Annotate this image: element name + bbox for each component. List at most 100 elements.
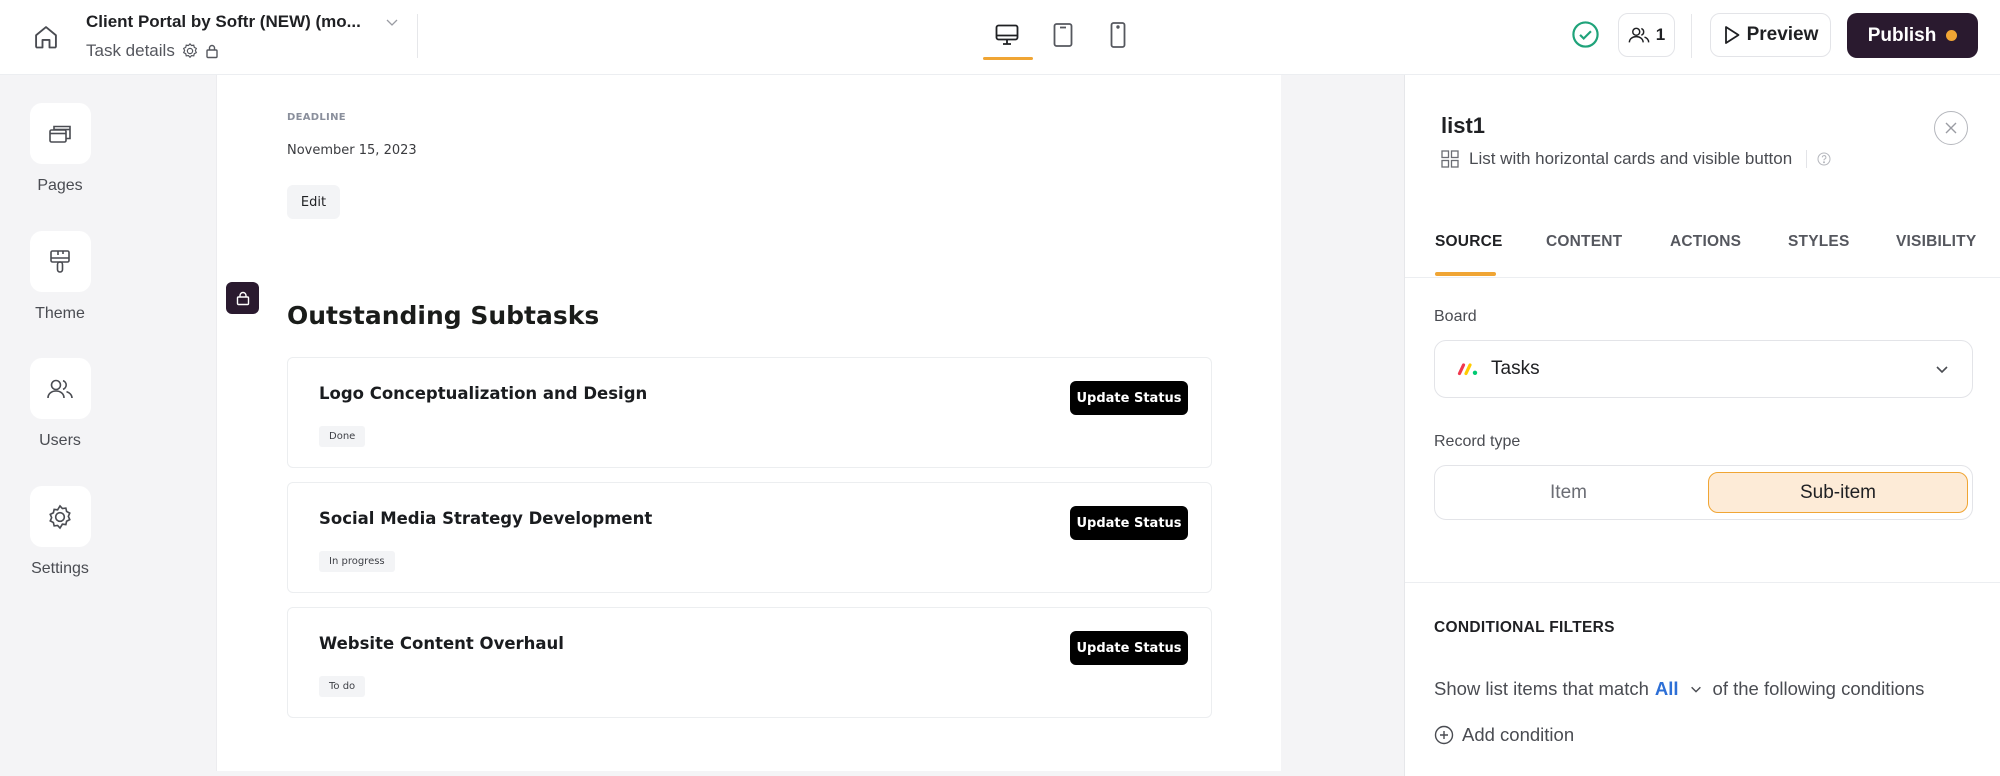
block-name: list1: [1441, 113, 1486, 138]
top-bar: Client Portal by Softr (NEW) (mo... Task…: [0, 0, 2000, 75]
filter-prefix: Show list items that match: [1434, 678, 1649, 699]
desktop-icon: [995, 24, 1019, 45]
board-label: Board: [1434, 308, 1477, 325]
sidebar-item-label: Theme: [35, 305, 85, 322]
lock-icon: [206, 44, 218, 59]
preview-label: Preview: [1746, 24, 1819, 45]
add-condition-label: Add condition: [1462, 724, 1575, 745]
sidebar-item-label: Pages: [37, 177, 83, 194]
nav-tile: [29, 103, 91, 164]
divider: [1691, 14, 1692, 58]
block-type: List with horizontal cards and visible b…: [1441, 149, 1831, 169]
page-name[interactable]: Task details: [86, 41, 175, 61]
unpublished-changes-dot: [1946, 30, 1958, 41]
plus-circle-icon: [1434, 725, 1454, 745]
monday-logo-icon: [1457, 363, 1478, 376]
record-type-item[interactable]: Item: [1441, 472, 1696, 513]
board-value: Tasks: [1491, 358, 1540, 379]
page-settings-icon[interactable]: [181, 42, 199, 60]
subtask-title: Website Content Overhaul: [319, 634, 564, 653]
filter-suffix: of the following conditions: [1712, 678, 1925, 699]
home-button[interactable]: [28, 19, 64, 55]
play-icon: [1724, 26, 1739, 44]
app-switcher-chevron[interactable]: [384, 14, 400, 35]
nav-tile: [29, 231, 91, 292]
list-item[interactable]: Logo Conceptualization and Design Done U…: [287, 357, 1212, 468]
filter-match-select[interactable]: All: [1655, 678, 1703, 700]
sidebar-item-settings[interactable]: Settings: [0, 486, 120, 578]
gear-icon: [49, 504, 71, 529]
close-panel-button[interactable]: [1934, 111, 1968, 145]
mobile-icon: [1110, 22, 1126, 48]
update-status-button[interactable]: Update Status: [1070, 381, 1188, 415]
panel-tabs: SOURCE CONTENT ACTIONS STYLES VISIBILITY: [1405, 223, 2000, 278]
page-canvas: DEADLINE November 15, 2023 Edit Outstand…: [216, 75, 1281, 771]
subtask-title: Social Media Strategy Development: [319, 509, 653, 528]
grid-icon: [1441, 150, 1459, 168]
preview-button[interactable]: Preview: [1710, 13, 1831, 57]
collaborators-button[interactable]: 1: [1618, 13, 1675, 57]
block-settings-panel: list1 List with horizontal cards and vis…: [1404, 75, 2000, 776]
active-tab-indicator: [1435, 272, 1496, 276]
sidebar-item-label: Users: [39, 432, 81, 449]
block-visibility-lock-button[interactable]: [226, 282, 259, 314]
record-type-sub-item[interactable]: Sub-item: [1708, 472, 1968, 513]
nav-tile: [29, 486, 91, 547]
chevron-down-icon: [386, 19, 398, 26]
active-device-indicator: [983, 57, 1033, 60]
check-circle-icon: [1572, 21, 1599, 48]
status-badge: To do: [319, 676, 366, 697]
users-icon: [47, 379, 73, 398]
block-type-label: List with horizontal cards and visible b…: [1469, 149, 1793, 168]
filter-match-value: All: [1654, 678, 1679, 699]
home-icon: [35, 26, 57, 49]
record-type-toggle: Item Sub-item: [1434, 465, 1973, 520]
pages-icon: [49, 125, 71, 143]
left-sidebar: Pages Theme Users Settings: [0, 75, 120, 776]
status-badge: Done: [319, 426, 366, 447]
section-title: Outstanding Subtasks: [287, 301, 600, 330]
chevron-down-icon: [1936, 366, 1948, 374]
filter-match-row: Show list items that match All of the fo…: [1434, 678, 1924, 700]
edit-button[interactable]: Edit: [287, 185, 340, 219]
nav-tile: [29, 358, 91, 419]
current-page: Task details: [86, 41, 219, 61]
add-condition-button[interactable]: Add condition: [1434, 724, 1574, 746]
paint-roller-icon: [50, 249, 70, 273]
collaborators-count: 1: [1655, 25, 1666, 44]
deadline-value: November 15, 2023: [287, 143, 417, 158]
tab-actions[interactable]: ACTIONS: [1670, 233, 1741, 251]
conditional-filters-title: CONDITIONAL FILTERS: [1434, 619, 1615, 636]
sidebar-item-users[interactable]: Users: [0, 358, 120, 450]
list-item[interactable]: Website Content Overhaul To do Update St…: [287, 607, 1212, 718]
divider: [417, 14, 418, 58]
device-mobile-button[interactable]: [1098, 17, 1138, 53]
board-select[interactable]: Tasks: [1434, 340, 1973, 398]
publish-label: Publish: [1867, 24, 1937, 46]
section-divider: [1405, 582, 2000, 583]
list-item[interactable]: Social Media Strategy Development In pro…: [287, 482, 1212, 593]
device-desktop-button[interactable]: [987, 17, 1027, 53]
tab-content[interactable]: CONTENT: [1546, 233, 1622, 251]
sidebar-item-theme[interactable]: Theme: [0, 231, 120, 323]
tab-visibility[interactable]: VISIBILITY: [1896, 233, 1976, 251]
help-icon[interactable]: [1817, 152, 1831, 166]
deadline-label: DEADLINE: [287, 112, 346, 123]
sidebar-item-pages[interactable]: Pages: [0, 103, 120, 195]
chevron-down-icon: [1690, 686, 1701, 693]
status-badge: In progress: [319, 551, 395, 572]
update-status-button[interactable]: Update Status: [1070, 506, 1188, 540]
device-tablet-button[interactable]: [1043, 17, 1083, 53]
users-icon: [1628, 27, 1650, 43]
update-status-button[interactable]: Update Status: [1070, 631, 1188, 665]
tab-styles[interactable]: STYLES: [1788, 233, 1850, 251]
tab-source[interactable]: SOURCE: [1435, 233, 1503, 251]
close-icon: [1945, 122, 1957, 134]
publish-button[interactable]: Publish: [1847, 13, 1978, 58]
record-type-label: Record type: [1434, 433, 1521, 450]
app-title[interactable]: Client Portal by Softr (NEW) (mo...: [86, 12, 361, 32]
lock-icon: [236, 291, 249, 305]
subtask-title: Logo Conceptualization and Design: [319, 384, 648, 403]
tablet-icon: [1053, 23, 1073, 47]
divider: [1806, 150, 1808, 168]
